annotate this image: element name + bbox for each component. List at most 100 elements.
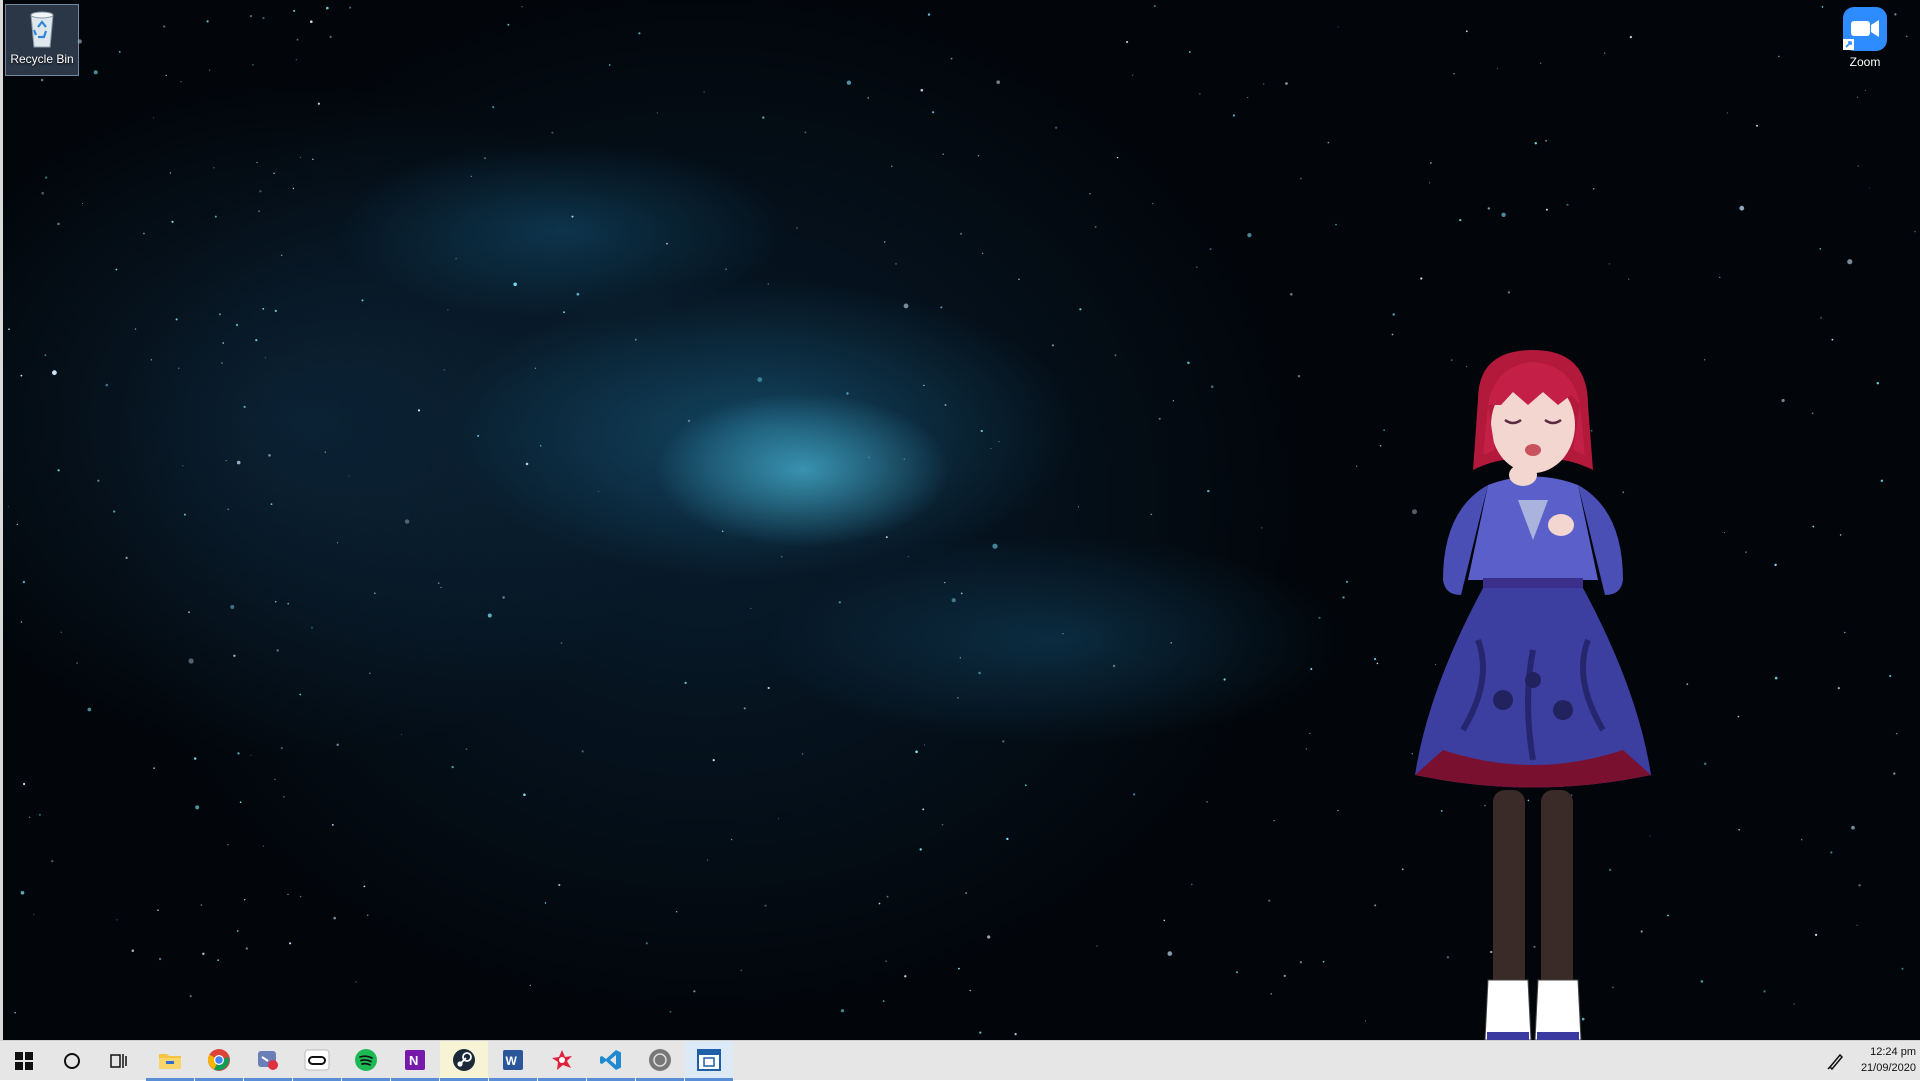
star	[571, 215, 574, 218]
star	[194, 757, 197, 760]
star	[280, 747, 283, 750]
star	[1723, 532, 1725, 534]
start-button[interactable]	[0, 1041, 48, 1081]
star	[200, 904, 203, 906]
star	[1901, 967, 1904, 970]
star	[1420, 277, 1423, 280]
star	[289, 942, 292, 945]
chrome-icon	[207, 1048, 230, 1071]
taskbar-chrome[interactable]	[195, 1041, 243, 1081]
star	[214, 215, 217, 218]
star	[153, 117, 155, 119]
windows-logo-icon	[15, 1052, 33, 1070]
star	[1309, 732, 1311, 735]
star	[1703, 762, 1707, 766]
star	[693, 990, 696, 993]
star	[1914, 230, 1916, 233]
star	[274, 600, 277, 603]
star	[1210, 385, 1214, 389]
recycle-bin-shortcut[interactable]: Recycle Bin	[5, 4, 79, 76]
star	[355, 981, 357, 983]
star	[1379, 445, 1382, 447]
clock-time: 12:24 pm	[1870, 1046, 1916, 1058]
star	[1534, 142, 1538, 145]
star	[1839, 534, 1842, 536]
star	[33, 914, 35, 916]
star	[227, 844, 229, 846]
star	[979, 1031, 982, 1034]
star	[52, 370, 57, 376]
star	[255, 339, 258, 342]
star	[1501, 212, 1506, 217]
taskbar-gray-app[interactable]	[636, 1041, 684, 1081]
star	[1096, 945, 1098, 947]
zoom-shortcut[interactable]: Zoom	[1828, 6, 1902, 78]
taskbar-steam[interactable]	[440, 1041, 488, 1081]
star	[1374, 657, 1377, 661]
star	[1167, 951, 1173, 956]
star	[208, 69, 211, 71]
task-view-button[interactable]	[96, 1041, 144, 1081]
system-clock[interactable]: 12:24 pm 21/09/2020	[1846, 1044, 1916, 1076]
star	[230, 605, 235, 609]
star	[262, 845, 264, 847]
star	[1763, 990, 1766, 993]
pen-workspace-button[interactable]	[1826, 1051, 1846, 1076]
taskbar-window-app[interactable]	[685, 1041, 733, 1081]
star	[1345, 580, 1349, 583]
star	[20, 891, 25, 895]
star	[1820, 316, 1823, 319]
star	[262, 16, 265, 20]
star	[1337, 26, 1339, 28]
search-button[interactable]	[48, 1041, 96, 1081]
star	[87, 707, 92, 712]
taskbar-oculus[interactable]	[293, 1041, 341, 1081]
star	[1856, 96, 1858, 98]
star	[1300, 177, 1302, 180]
star	[1322, 960, 1325, 963]
star	[1305, 748, 1308, 750]
taskbar-vroid[interactable]	[538, 1041, 586, 1081]
star	[502, 596, 505, 599]
star	[777, 818, 779, 820]
star	[1116, 156, 1119, 159]
star	[804, 131, 807, 134]
taskbar-file-explorer[interactable]	[146, 1041, 194, 1081]
star	[274, 309, 277, 312]
star	[687, 419, 691, 423]
star	[150, 359, 153, 361]
star	[374, 592, 376, 594]
star	[492, 106, 495, 109]
star	[258, 210, 261, 213]
star	[38, 813, 42, 816]
star	[609, 64, 611, 66]
star	[188, 611, 190, 614]
star	[1209, 248, 1212, 251]
taskbar-snip[interactable]	[244, 1041, 292, 1081]
star	[1297, 375, 1301, 378]
star	[1719, 276, 1721, 278]
taskbar-spotify[interactable]	[342, 1041, 390, 1081]
taskbar-word[interactable]: W	[489, 1041, 537, 1081]
star	[1545, 208, 1548, 211]
star	[969, 989, 971, 992]
star	[1700, 980, 1704, 983]
taskbar-vscode[interactable]	[587, 1041, 635, 1081]
star	[276, 649, 279, 652]
star	[529, 984, 532, 987]
star	[222, 342, 224, 344]
star	[1812, 525, 1815, 528]
star	[544, 902, 547, 904]
star	[14, 1012, 16, 1014]
star	[1355, 465, 1358, 467]
star	[1153, 4, 1156, 8]
star	[331, 823, 334, 826]
star	[252, 64, 254, 66]
star	[895, 263, 897, 265]
star	[1055, 126, 1058, 129]
star	[957, 696, 959, 699]
star	[29, 816, 31, 818]
taskbar-onenote[interactable]: N	[391, 1041, 439, 1081]
star	[8, 328, 10, 331]
star	[1232, 114, 1235, 117]
